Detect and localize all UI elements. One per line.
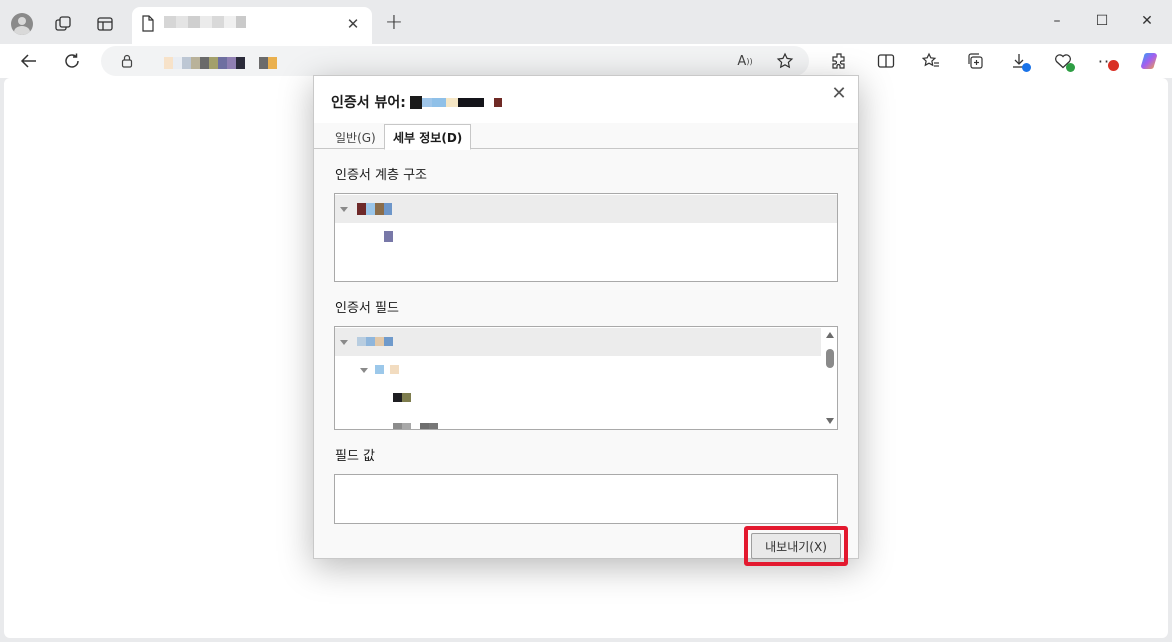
field-item-child[interactable]: [335, 356, 821, 384]
fields-label: 인증서 필드: [335, 301, 399, 316]
field-item-child-redacted: [375, 365, 399, 377]
certificate-viewer-dialog: 인증서 뷰어: ✕ 일반(G) 세부 정보(D) 인증서 계층 구조 인증서 필…: [313, 75, 859, 566]
copilot-icon[interactable]: [1136, 48, 1162, 74]
field-item-root[interactable]: [335, 328, 821, 356]
workspaces-icon[interactable]: [49, 10, 77, 38]
maximize-button[interactable]: ☐: [1079, 8, 1125, 34]
read-aloud-icon[interactable]: A)): [734, 50, 756, 72]
tab-details[interactable]: 세부 정보(D): [384, 124, 472, 150]
extensions-icon[interactable]: [826, 48, 852, 74]
downloads-badge: [1022, 63, 1031, 72]
tree-item-child-redacted: [384, 231, 393, 242]
browser-tab-active[interactable]: ✕: [132, 7, 372, 44]
dialog-close-button[interactable]: ✕: [828, 82, 850, 104]
dialog-tab-strip: 일반(G) 세부 정보(D): [314, 123, 858, 150]
field-item-grandchild-redacted: [393, 393, 411, 402]
minimize-button[interactable]: –: [1034, 8, 1080, 34]
profile-avatar-icon[interactable]: [8, 10, 36, 38]
field-item-last-redacted: [393, 423, 438, 429]
tab-general[interactable]: 일반(G): [327, 125, 384, 150]
browser-titlebar: ✕ + – ☐ ✕: [0, 0, 1172, 44]
dialog-title-redacted: [409, 95, 502, 109]
browser-toolbar: A)) ···: [0, 44, 1172, 78]
close-window-button[interactable]: ✕: [1124, 8, 1170, 34]
field-item-grandchild[interactable]: [335, 384, 821, 412]
dialog-title-text: 인증서 뷰어:: [331, 95, 406, 111]
expand-arrow-icon[interactable]: [340, 340, 348, 345]
favorite-star-icon[interactable]: [774, 50, 796, 72]
dialog-title: 인증서 뷰어:: [331, 92, 502, 112]
field-value-label: 필드 값: [335, 449, 376, 464]
tab-close-button[interactable]: ✕: [344, 15, 362, 33]
field-item-root-redacted: [357, 337, 393, 346]
export-button[interactable]: 내보내기(X): [751, 533, 841, 559]
address-bar[interactable]: A)): [101, 46, 809, 76]
refresh-icon[interactable]: [58, 47, 86, 75]
collections-icon[interactable]: [962, 48, 988, 74]
url-redacted: [164, 57, 277, 69]
downloads-icon[interactable]: [1006, 48, 1032, 74]
expand-arrow-icon[interactable]: [360, 368, 368, 373]
essentials-badge: [1066, 63, 1075, 72]
fields-scrollbar[interactable]: [823, 327, 837, 429]
field-value-box[interactable]: [334, 474, 838, 524]
scroll-down-arrow-icon[interactable]: [826, 418, 834, 424]
tree-item-root[interactable]: [335, 195, 837, 223]
certificate-fields-tree[interactable]: [334, 326, 838, 430]
browser-essentials-icon[interactable]: [1050, 48, 1076, 74]
tab-title-redacted: [164, 16, 246, 32]
certificate-hierarchy-tree[interactable]: [334, 193, 838, 282]
tab-actions-icon[interactable]: [91, 10, 119, 38]
more-badge: [1108, 60, 1119, 71]
tree-item-child[interactable]: [335, 223, 837, 251]
split-screen-icon[interactable]: [873, 48, 899, 74]
new-tab-button[interactable]: +: [382, 10, 406, 35]
field-item-last[interactable]: [335, 413, 821, 429]
more-icon[interactable]: ···: [1094, 48, 1120, 74]
lock-icon[interactable]: [116, 50, 138, 72]
hierarchy-label: 인증서 계층 구조: [335, 168, 427, 183]
scroll-up-arrow-icon[interactable]: [826, 332, 834, 338]
favorites-icon[interactable]: [918, 48, 944, 74]
back-icon[interactable]: [15, 47, 43, 75]
page-icon: [141, 15, 155, 36]
expand-arrow-icon[interactable]: [340, 207, 348, 212]
tree-item-root-redacted: [357, 203, 392, 215]
scroll-thumb[interactable]: [826, 349, 834, 368]
